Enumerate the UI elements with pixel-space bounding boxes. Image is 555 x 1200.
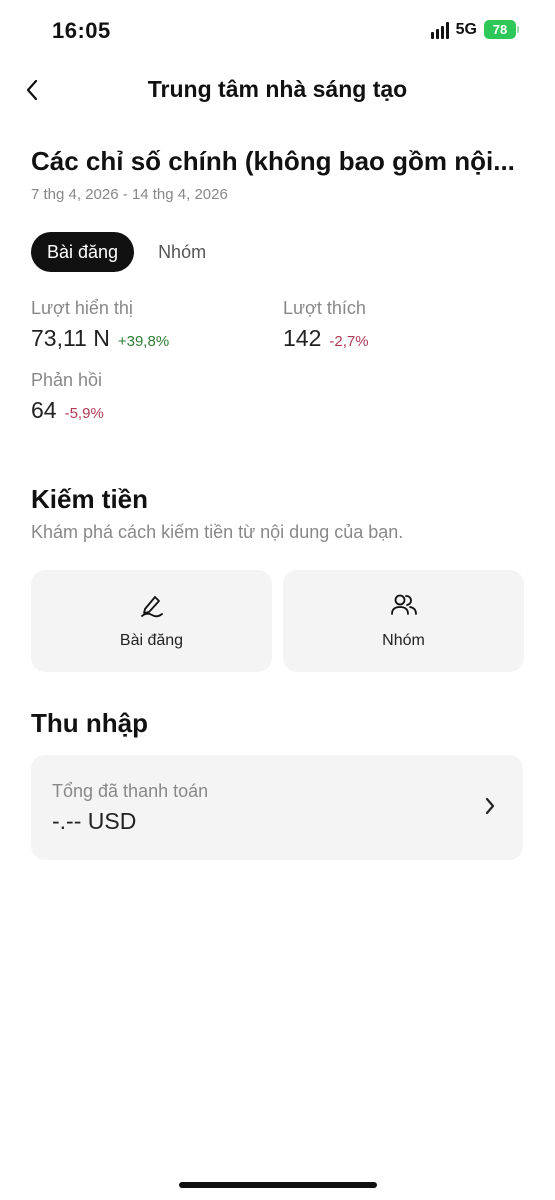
monetization-title: Kiếm tiền xyxy=(31,484,149,514)
card-label: Nhóm xyxy=(382,632,425,649)
status-time: 16:05 xyxy=(52,18,111,43)
metric-label: Lượt hiển thị xyxy=(31,298,133,318)
metric-label: Phản hồi xyxy=(31,370,103,390)
metrics-tabs: Bài đăng Nhóm xyxy=(31,232,222,272)
card-label: Bài đăng xyxy=(119,632,184,649)
metric-change: -2,7% xyxy=(329,333,369,350)
chevron-right-icon xyxy=(485,797,495,815)
metric-value: 64 xyxy=(31,397,57,423)
nav-bar: Trung tâm nhà sáng tạo xyxy=(0,62,555,118)
total-paid-card[interactable]: Tổng đã thanh toán -.-- USD xyxy=(31,755,523,860)
metric-likes: Lượt thích 142 -2,7% xyxy=(283,298,369,352)
metric-impressions: Lượt hiển thị 73,11 N +39,8% xyxy=(31,298,169,352)
battery-level: 78 xyxy=(484,20,516,39)
pen-icon xyxy=(140,596,163,618)
tab-posts[interactable]: Bài đăng xyxy=(31,232,135,272)
battery-icon: 78 xyxy=(484,20,519,39)
date-range: 7 thg 4, 2026 - 14 thg 4, 2026 xyxy=(31,186,228,203)
signal-icon xyxy=(430,21,449,39)
monetization-description: Khám phá cách kiếm tiền từ nội dung của … xyxy=(31,522,404,542)
income-title: Thu nhập xyxy=(31,708,148,738)
people-icon xyxy=(390,594,417,615)
metric-replies: Phản hồi 64 -5,9% xyxy=(31,370,104,424)
metric-value: 142 xyxy=(283,325,322,351)
tab-groups[interactable]: Nhóm xyxy=(142,232,222,272)
income-label: Tổng đã thanh toán xyxy=(52,781,209,801)
monetize-posts-card[interactable]: Bài đăng xyxy=(31,570,272,672)
status-bar: 16:05 5G 78 xyxy=(0,0,555,62)
metric-change: +39,8% xyxy=(117,333,170,350)
income-value: -.-- USD xyxy=(52,808,137,834)
metric-value: 73,11 N xyxy=(31,325,110,351)
home-indicator[interactable] xyxy=(179,1182,377,1188)
metric-change: -5,9% xyxy=(64,405,104,422)
network-type: 5G xyxy=(455,20,477,38)
metric-label: Lượt thích xyxy=(283,298,366,318)
metrics-title: Các chỉ số chính (không bao gồm nội... xyxy=(31,146,515,176)
status-indicators: 5G 78 xyxy=(430,20,519,39)
monetize-groups-card[interactable]: Nhóm xyxy=(283,570,524,672)
page-title: Trung tâm nhà sáng tạo xyxy=(147,76,408,102)
